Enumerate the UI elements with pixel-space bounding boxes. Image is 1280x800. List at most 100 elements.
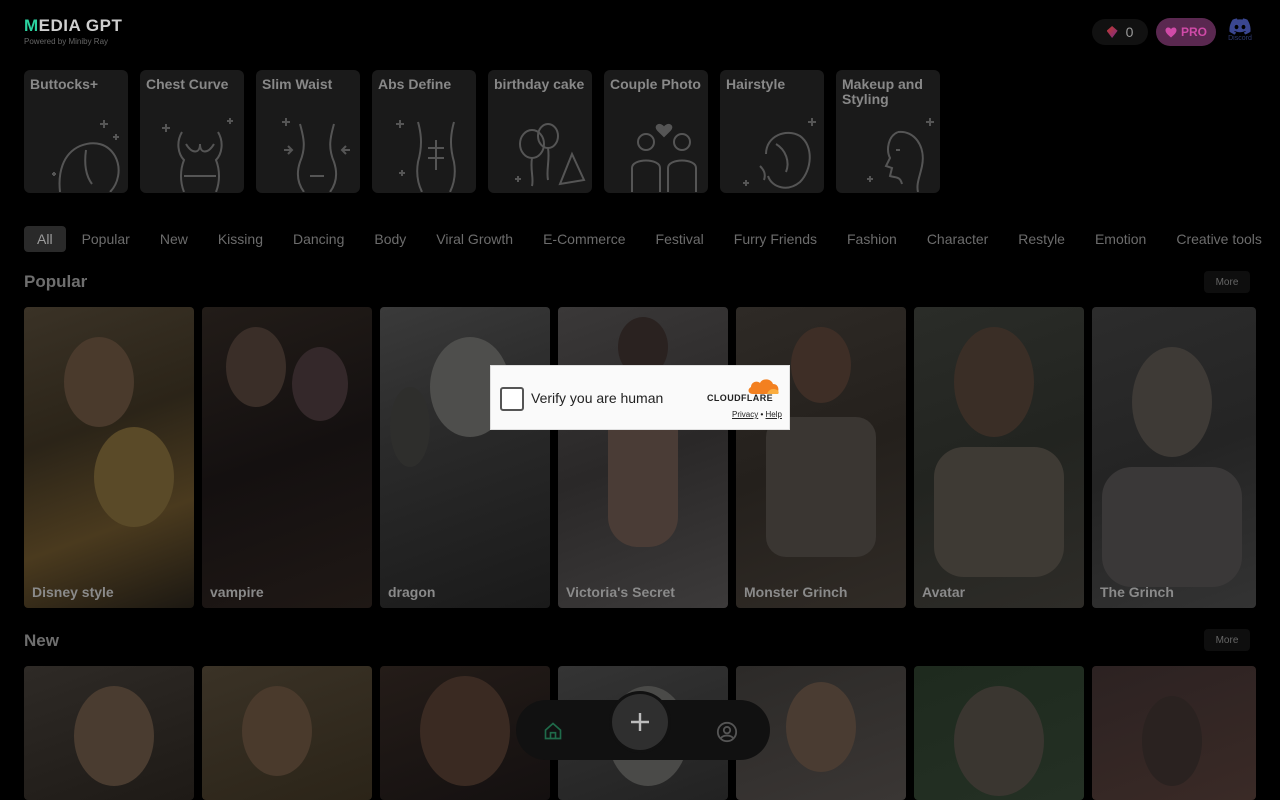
more-button-new[interactable]: More xyxy=(1204,629,1250,651)
tab-all[interactable]: All xyxy=(24,226,66,252)
tab-new[interactable]: New xyxy=(160,226,188,252)
privacy-link[interactable]: Privacy xyxy=(732,410,758,419)
chest-icon xyxy=(162,118,233,192)
template-card-the-grinch[interactable]: The Grinch xyxy=(1092,307,1256,608)
card-label: Disney style xyxy=(32,584,114,600)
template-card-avatar[interactable]: Avatar xyxy=(914,307,1084,608)
hairstyle-icon xyxy=(743,118,816,189)
card-thumbnail xyxy=(390,387,430,467)
logo-name: EDIA GPT xyxy=(38,16,123,35)
buttocks-icon xyxy=(52,120,120,192)
template-card-victorias-secret[interactable]: Victoria's Secret xyxy=(558,307,728,608)
credits-count: 0 xyxy=(1125,24,1134,40)
tab-viral-growth[interactable]: Viral Growth xyxy=(436,226,513,252)
template-card[interactable] xyxy=(1092,666,1256,800)
section-title-popular: Popular xyxy=(24,272,88,291)
help-link[interactable]: Help xyxy=(766,410,782,419)
popular-cards-row: Disney style vampire dragon Victoria's S… xyxy=(24,307,1256,608)
template-card[interactable] xyxy=(202,666,372,800)
logo-accent-letter: M xyxy=(24,16,39,35)
pro-label: PRO xyxy=(1180,25,1207,39)
card-thumbnail xyxy=(766,417,876,557)
card-thumbnail xyxy=(1142,696,1202,786)
tab-popular[interactable]: Popular xyxy=(82,226,130,252)
tool-label: Chest Curve xyxy=(146,76,229,92)
couple-icon xyxy=(631,123,697,192)
tool-label: Slim Waist xyxy=(262,76,333,92)
card-thumbnail xyxy=(242,686,312,776)
template-card-disney-style[interactable]: Disney style xyxy=(24,307,194,608)
logo-text: MEDIA GPT xyxy=(24,16,122,36)
balloons-icon xyxy=(515,123,586,187)
tool-card-makeup[interactable]: Makeup and Styling xyxy=(836,70,940,193)
captcha-widget: Verify you are human CLOUDFLARE Privacy … xyxy=(490,365,790,430)
captcha-checkbox[interactable] xyxy=(500,387,524,411)
card-thumbnail xyxy=(954,327,1034,437)
tool-card-chest[interactable]: Chest Curve xyxy=(140,70,244,193)
tab-creative-tools[interactable]: Creative tools xyxy=(1176,226,1262,252)
link-separator: • xyxy=(760,410,764,419)
profile-icon[interactable] xyxy=(716,721,738,743)
template-card[interactable] xyxy=(24,666,194,800)
tab-character[interactable]: Character xyxy=(927,226,988,252)
more-button-popular[interactable]: More xyxy=(1204,271,1250,293)
tool-card-couple[interactable]: Couple Photo xyxy=(604,70,708,193)
add-button[interactable] xyxy=(612,694,668,750)
card-label: Monster Grinch xyxy=(744,584,848,600)
plus-icon xyxy=(631,713,649,731)
card-thumbnail xyxy=(786,682,856,772)
tab-festival[interactable]: Festival xyxy=(656,226,704,252)
card-thumbnail xyxy=(934,447,1064,577)
card-label: Avatar xyxy=(922,584,966,600)
card-thumbnail xyxy=(1132,347,1212,457)
tool-label: Abs Define xyxy=(378,76,452,92)
card-thumbnail xyxy=(94,427,174,527)
quick-tools-row: Buttocks+ Chest Curve Slim Waist Abs Def… xyxy=(24,70,940,193)
card-thumbnail xyxy=(791,327,851,403)
card-thumbnail xyxy=(1102,467,1242,587)
tool-card-birthday[interactable]: birthday cake xyxy=(488,70,592,193)
discord-link[interactable]: Discord xyxy=(1222,18,1258,42)
card-label: dragon xyxy=(388,584,436,600)
gem-icon xyxy=(1106,26,1118,38)
card-thumbnail xyxy=(954,686,1044,796)
tab-dancing[interactable]: Dancing xyxy=(293,226,344,252)
card-thumbnail xyxy=(64,337,134,427)
section-title-new: New xyxy=(24,631,59,650)
header: MEDIA GPT Powered by Miniby Ray 0 PRO Di… xyxy=(0,0,1280,64)
tab-body[interactable]: Body xyxy=(374,226,406,252)
tool-label: Couple Photo xyxy=(610,76,701,92)
card-thumbnail xyxy=(292,347,348,421)
template-card-vampire[interactable]: vampire xyxy=(202,307,372,608)
tab-e-commerce[interactable]: E-Commerce xyxy=(543,226,625,252)
home-icon[interactable] xyxy=(543,721,563,741)
makeup-icon xyxy=(867,118,934,192)
discord-label: Discord xyxy=(1228,35,1252,42)
tab-kissing[interactable]: Kissing xyxy=(218,226,263,252)
credits-badge[interactable]: 0 xyxy=(1092,19,1148,45)
tool-card-abs[interactable]: Abs Define xyxy=(372,70,476,193)
tool-card-buttocks[interactable]: Buttocks+ xyxy=(24,70,128,193)
template-card[interactable] xyxy=(914,666,1084,800)
card-thumbnail xyxy=(420,676,510,786)
template-card-monster-grinch[interactable]: Monster Grinch xyxy=(736,307,906,608)
tool-label: Makeup and Styling xyxy=(842,76,923,107)
card-thumbnail xyxy=(74,686,154,786)
tool-card-waist[interactable]: Slim Waist xyxy=(256,70,360,193)
discord-icon xyxy=(1229,18,1251,35)
pro-button[interactable]: PRO xyxy=(1156,18,1216,46)
captcha-links: Privacy • Help xyxy=(732,410,782,419)
category-tabs: All Popular New Kissing Dancing Body Vir… xyxy=(24,226,1280,252)
card-label: vampire xyxy=(210,584,264,600)
tab-emotion[interactable]: Emotion xyxy=(1095,226,1146,252)
tab-restyle[interactable]: Restyle xyxy=(1018,226,1065,252)
tool-card-hairstyle[interactable]: Hairstyle xyxy=(720,70,824,193)
card-label: The Grinch xyxy=(1100,584,1174,600)
tab-fashion[interactable]: Fashion xyxy=(847,226,897,252)
template-card-dragon[interactable]: dragon xyxy=(380,307,550,608)
logo[interactable]: MEDIA GPT Powered by Miniby Ray xyxy=(24,16,122,46)
tab-furry-friends[interactable]: Furry Friends xyxy=(734,226,817,252)
tool-label: Buttocks+ xyxy=(30,76,99,92)
waist-icon xyxy=(282,118,350,192)
cloudflare-brand: CLOUDFLARE xyxy=(707,393,773,403)
